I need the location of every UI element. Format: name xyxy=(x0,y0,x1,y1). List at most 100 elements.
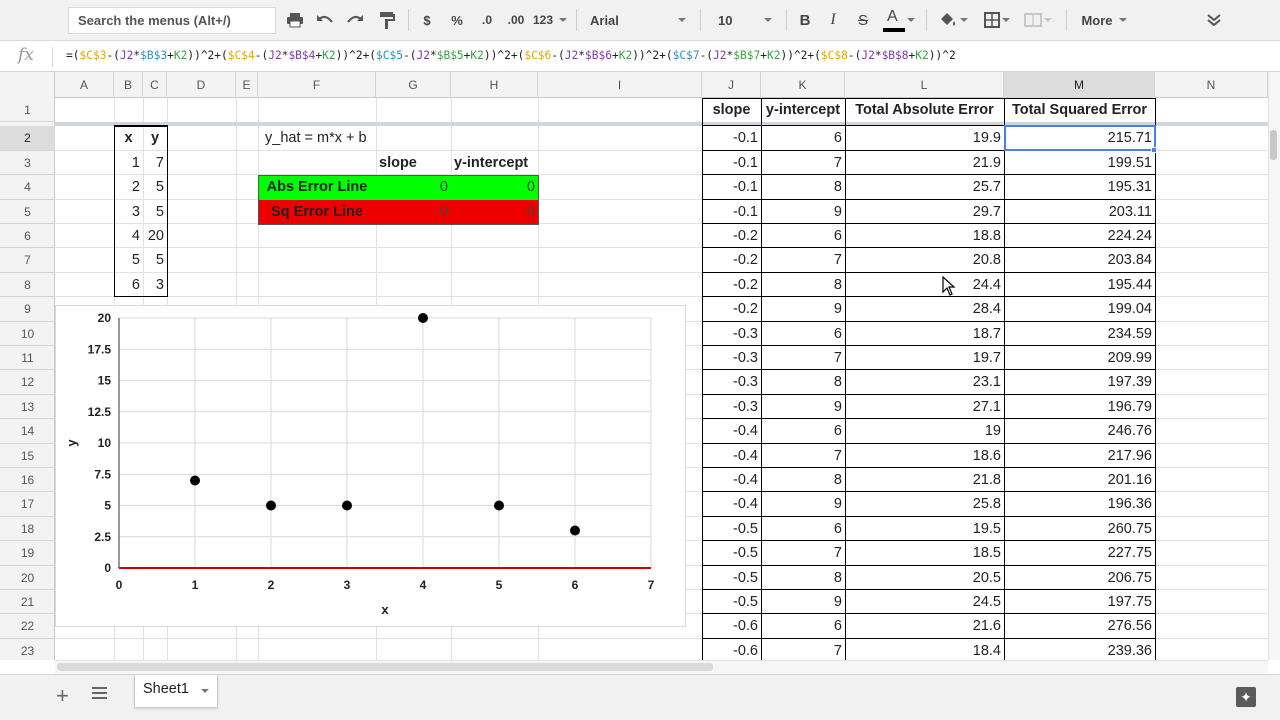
row-header-9[interactable]: 9 xyxy=(0,297,55,322)
merge-cells-icon[interactable] xyxy=(1018,6,1058,34)
row-header-6[interactable]: 6 xyxy=(0,224,55,249)
more-menu[interactable]: More xyxy=(1074,6,1134,34)
column-header-b[interactable]: B xyxy=(114,72,143,98)
row-header-7[interactable]: 7 xyxy=(0,248,55,273)
redo-icon[interactable] xyxy=(342,6,368,34)
column-header-n[interactable]: N xyxy=(1155,72,1268,98)
results-row-border xyxy=(702,589,1155,590)
formula-cell-reference: $B$4 xyxy=(288,49,316,62)
results-row-border xyxy=(702,198,1155,200)
row-header-17[interactable]: 17 xyxy=(0,492,55,517)
row-header-13[interactable]: 13 xyxy=(0,395,55,420)
percent-format-button[interactable]: % xyxy=(446,6,468,34)
x-tick-label: 6 xyxy=(572,578,579,592)
fill-handle[interactable] xyxy=(1151,146,1157,153)
vertical-scrollbar[interactable] xyxy=(1268,72,1280,660)
formula-cell-reference: $B$8 xyxy=(881,49,909,62)
column-header-k[interactable]: K xyxy=(761,72,845,98)
row-header-11[interactable]: 11 xyxy=(0,346,55,371)
font-size-dropdown[interactable]: 10 xyxy=(712,6,778,34)
font-family-dropdown[interactable]: Arial xyxy=(584,6,692,34)
formula-cell-reference: J2 xyxy=(416,49,430,62)
sheet-tab[interactable]: Sheet1 xyxy=(134,675,218,708)
column-header-l[interactable]: L xyxy=(845,72,1004,98)
increase-decimal-button[interactable]: .00 xyxy=(504,6,528,34)
paint-format-icon[interactable] xyxy=(374,6,400,34)
chart-svg: 0 2.5 5 7.5 10 12.5 15 17.5 20 0 1 2 3 4 5 6 7 x y xyxy=(64,311,655,617)
bold-button[interactable]: B xyxy=(794,6,816,34)
y-tick-label: 10 xyxy=(98,436,112,450)
scatter-chart[interactable]: 0 2.5 5 7.5 10 12.5 15 17.5 20 0 1 2 3 4 5 6 7 x y xyxy=(55,305,686,627)
column-header-c[interactable]: C xyxy=(143,72,167,98)
row-header-18[interactable]: 18 xyxy=(0,517,55,542)
column-header-i[interactable]: I xyxy=(538,72,702,98)
x-tick-label: 1 xyxy=(192,578,199,592)
column-header-m[interactable]: M xyxy=(1004,72,1155,98)
row-header-22[interactable]: 22 xyxy=(0,614,55,639)
borders-icon[interactable] xyxy=(978,6,1016,34)
text-color-button[interactable]: A xyxy=(880,6,916,34)
row-header-1[interactable]: 1 xyxy=(0,98,55,123)
formula-cell-reference: K2 xyxy=(173,49,188,62)
decrease-decimal-button[interactable]: .0 xyxy=(476,6,498,34)
results-row-border xyxy=(702,467,1155,468)
y-tick-label: 15 xyxy=(98,374,112,388)
formula-cell-reference: $C$5 xyxy=(376,49,403,62)
results-row-border xyxy=(702,296,1155,298)
formula-cell-reference: J2 xyxy=(564,49,579,62)
collapse-toolbar-icon[interactable] xyxy=(1202,6,1226,34)
currency-format-button[interactable]: $ xyxy=(417,6,437,34)
menu-search-input[interactable]: Search the menus (Alt+/) xyxy=(68,7,276,34)
row-header-19[interactable]: 19 xyxy=(0,541,55,566)
chevron-down-icon xyxy=(1002,18,1010,22)
formula-cell-reference: $C$7 xyxy=(672,49,700,62)
vertical-scroll-thumb[interactable] xyxy=(1270,130,1277,160)
results-row-border xyxy=(702,174,1155,176)
italic-button[interactable]: I xyxy=(822,6,844,34)
results-row-border xyxy=(702,320,1155,322)
column-header-e[interactable]: E xyxy=(236,72,258,98)
select-all-corner[interactable] xyxy=(0,72,55,98)
fill-color-icon[interactable] xyxy=(934,6,972,34)
undo-icon[interactable] xyxy=(312,6,338,34)
row-header-15[interactable]: 15 xyxy=(0,444,55,468)
row-header-3[interactable]: 3 xyxy=(0,151,55,176)
intercept-header-cell[interactable]: y-intercept xyxy=(451,151,538,175)
more-label: More xyxy=(1081,12,1113,28)
row-header-8[interactable]: 8 xyxy=(0,273,55,298)
results-row-border xyxy=(702,418,1155,420)
results-row-border xyxy=(702,637,1155,639)
column-header-j[interactable]: J xyxy=(702,72,761,98)
row-headers: 1 2 3 4 5 6 7 8 9 10 11 12 13 14 15 16 17 18 19 20 21 22 23 xyxy=(0,98,55,660)
column-header-h[interactable]: H xyxy=(451,72,538,98)
row-header-23[interactable]: 23 xyxy=(0,639,55,660)
add-sheet-icon[interactable]: + xyxy=(56,683,69,709)
font-size-label: 10 xyxy=(718,12,733,28)
column-header-a[interactable]: A xyxy=(55,72,114,98)
row-header-12[interactable]: 12 xyxy=(0,370,55,395)
row-header-16[interactable]: 16 xyxy=(0,468,55,493)
column-headers: ABCDEFGHIJKLMN xyxy=(0,72,1268,98)
row-header-2[interactable]: 2 xyxy=(0,126,55,151)
formula-cell-reference: $C$3 xyxy=(79,49,107,62)
explore-icon[interactable]: ✦ xyxy=(1236,687,1256,707)
row-header-20[interactable]: 20 xyxy=(0,566,55,590)
slope-header-cell[interactable]: slope xyxy=(376,151,451,175)
row-header-10[interactable]: 10 xyxy=(0,322,55,346)
horizontal-scroll-thumb[interactable] xyxy=(57,663,713,671)
equation-cell[interactable]: y_hat = m*x + b xyxy=(258,126,451,150)
row-header-5[interactable]: 5 xyxy=(0,200,55,224)
column-header-f[interactable]: F xyxy=(258,72,376,98)
results-row-border xyxy=(702,223,1155,224)
row-header-21[interactable]: 21 xyxy=(0,590,55,615)
column-header-g[interactable]: G xyxy=(376,72,451,98)
number-format-dropdown[interactable]: 123 xyxy=(532,6,568,34)
print-icon[interactable] xyxy=(282,6,308,34)
strikethrough-button[interactable]: S xyxy=(852,6,874,34)
formula-input[interactable]: =($C$3-(J2*$B$3+K2))^2+($C$4-(J2*$B$4+K2… xyxy=(66,49,956,62)
all-sheets-menu-icon[interactable] xyxy=(92,687,107,701)
row-header-14[interactable]: 14 xyxy=(0,419,55,444)
formula-cell-reference: K2 xyxy=(322,49,336,62)
column-header-d[interactable]: D xyxy=(167,72,236,98)
row-header-4[interactable]: 4 xyxy=(0,175,55,200)
